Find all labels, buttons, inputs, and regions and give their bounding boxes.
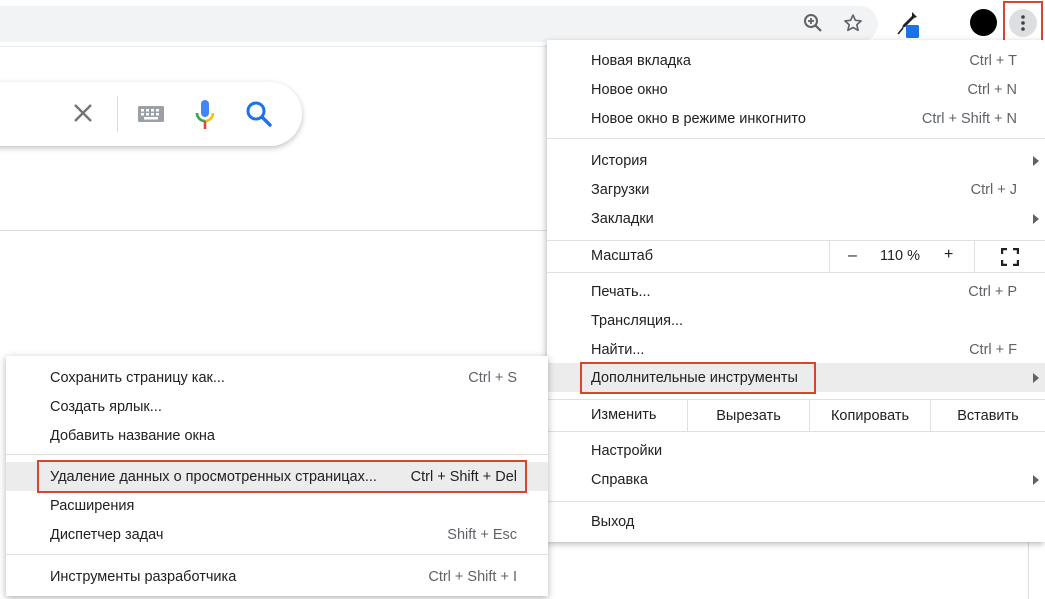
- menu-item-shortcut: Ctrl + Shift + N: [921, 110, 1017, 127]
- menu-item-shortcut: Ctrl + P: [968, 283, 1017, 300]
- menu-item-shortcut: Ctrl + T: [969, 52, 1017, 69]
- cut-button[interactable]: Вырезать: [687, 400, 809, 431]
- menu-item-history[interactable]: История: [547, 146, 1045, 175]
- more-vert-icon: [1009, 8, 1037, 37]
- menu-item-find[interactable]: Найти... Ctrl + F: [547, 335, 1045, 364]
- menu-separator: [547, 431, 1045, 432]
- submenu-item-shortcut: Shift + Esc: [447, 526, 517, 543]
- menu-item-label: Печать...: [591, 283, 651, 300]
- submenu-item-label: Сохранить страницу как...: [50, 369, 225, 386]
- menu-item-help[interactable]: Справка: [547, 465, 1045, 494]
- submenu-item-label: Добавить название окна: [50, 427, 215, 444]
- zoom-controls: – 110 % +: [829, 241, 975, 272]
- submenu-separator: [6, 554, 548, 555]
- page-divider-vertical: [1028, 540, 1029, 599]
- menu-item-shortcut: Ctrl + N: [967, 81, 1017, 98]
- menu-item-label: Новая вкладка: [591, 52, 691, 69]
- highlight-frame: [37, 460, 527, 493]
- submenu-item-save-page[interactable]: Сохранить страницу как... Ctrl + S: [6, 363, 548, 392]
- menu-item-exit[interactable]: Выход: [547, 507, 1045, 536]
- avatar[interactable]: [970, 9, 997, 36]
- menu-separator: [547, 138, 1045, 139]
- zoom-in-icon[interactable]: [800, 10, 826, 36]
- menu-separator: [547, 272, 1045, 273]
- submenu-item-shortcut: Ctrl + S: [468, 369, 517, 386]
- submenu-separator: [6, 454, 548, 455]
- menu-item-new-window[interactable]: Новое окно Ctrl + N: [547, 75, 1045, 104]
- menu-item-label: Трансляция...: [591, 312, 684, 329]
- zoom-level: 110 %: [880, 248, 921, 264]
- submenu-item-label: Расширения: [50, 497, 135, 514]
- menu-item-label: Закладки: [591, 210, 654, 227]
- submenu-arrow-icon: [1033, 474, 1039, 485]
- copy-button[interactable]: Копировать: [809, 400, 930, 431]
- eyedropper-extension-icon[interactable]: [894, 9, 922, 39]
- submenu-item-task-manager[interactable]: Диспетчер задач Shift + Esc: [6, 520, 548, 549]
- search-icon[interactable]: [244, 99, 274, 129]
- menu-item-label: Загрузки: [591, 181, 650, 198]
- menu-item-label: История: [591, 152, 648, 169]
- zoom-label: Масштаб: [591, 248, 654, 264]
- menu-item-cast[interactable]: Трансляция...: [547, 306, 1045, 335]
- address-bar[interactable]: [0, 6, 878, 42]
- chrome-menu-button[interactable]: [1003, 1, 1043, 44]
- microphone-icon[interactable]: [192, 99, 218, 131]
- search-divider: [117, 96, 118, 132]
- submenu-arrow-icon: [1033, 155, 1039, 166]
- more-tools-submenu: Сохранить страницу как... Ctrl + S Созда…: [6, 356, 548, 596]
- menu-zoom-row: Масштаб – 110 % +: [547, 241, 1045, 272]
- submenu-item-create-shortcut[interactable]: Создать ярлык...: [6, 392, 548, 421]
- chrome-main-menu: Новая вкладка Ctrl + T Новое окно Ctrl +…: [547, 40, 1045, 542]
- submenu-arrow-icon: [1033, 372, 1039, 383]
- bookmark-star-icon[interactable]: [840, 10, 866, 36]
- submenu-item-name-window[interactable]: Добавить название окна: [6, 421, 548, 450]
- menu-item-incognito[interactable]: Новое окно в режиме инкогнито Ctrl + Shi…: [547, 104, 1045, 133]
- submenu-item-label: Создать ярлык...: [50, 398, 162, 415]
- menu-item-downloads[interactable]: Загрузки Ctrl + J: [547, 175, 1045, 204]
- menu-item-label: Найти...: [591, 341, 645, 358]
- menu-item-settings[interactable]: Настройки: [547, 436, 1045, 465]
- menu-item-label: Справка: [591, 471, 648, 488]
- submenu-item-label: Инструменты разработчика: [50, 568, 237, 585]
- zoom-out-button[interactable]: –: [848, 247, 857, 265]
- menu-item-shortcut: Ctrl + J: [970, 181, 1017, 198]
- submenu-item-shortcut: Ctrl + Shift + I: [428, 568, 517, 585]
- menu-item-shortcut: Ctrl + F: [969, 341, 1017, 358]
- menu-edit-row: Изменить Вырезать Копировать Вставить: [547, 400, 1045, 431]
- highlight-frame: [580, 362, 816, 394]
- menu-item-label: Настройки: [591, 442, 663, 459]
- zoom-in-button[interactable]: +: [944, 246, 953, 264]
- close-icon[interactable]: [70, 100, 96, 126]
- menu-item-print[interactable]: Печать... Ctrl + P: [547, 277, 1045, 306]
- menu-item-label: Выход: [591, 513, 635, 530]
- submenu-item-extensions[interactable]: Расширения: [6, 491, 548, 520]
- fullscreen-icon[interactable]: [1000, 247, 1020, 267]
- keyboard-icon[interactable]: [136, 103, 166, 125]
- menu-item-label: Новое окно: [591, 81, 668, 98]
- menu-item-label: Новое окно в режиме инкогнито: [591, 110, 806, 127]
- submenu-item-devtools[interactable]: Инструменты разработчика Ctrl + Shift + …: [6, 562, 548, 591]
- paste-button[interactable]: Вставить: [930, 400, 1045, 431]
- submenu-item-label: Диспетчер задач: [50, 526, 164, 543]
- submenu-arrow-icon: [1033, 213, 1039, 224]
- menu-item-bookmarks[interactable]: Закладки: [547, 204, 1045, 233]
- menu-item-new-tab[interactable]: Новая вкладка Ctrl + T: [547, 46, 1045, 75]
- menu-separator: [547, 501, 1045, 502]
- page-divider: [0, 230, 546, 231]
- edit-label: Изменить: [591, 407, 657, 423]
